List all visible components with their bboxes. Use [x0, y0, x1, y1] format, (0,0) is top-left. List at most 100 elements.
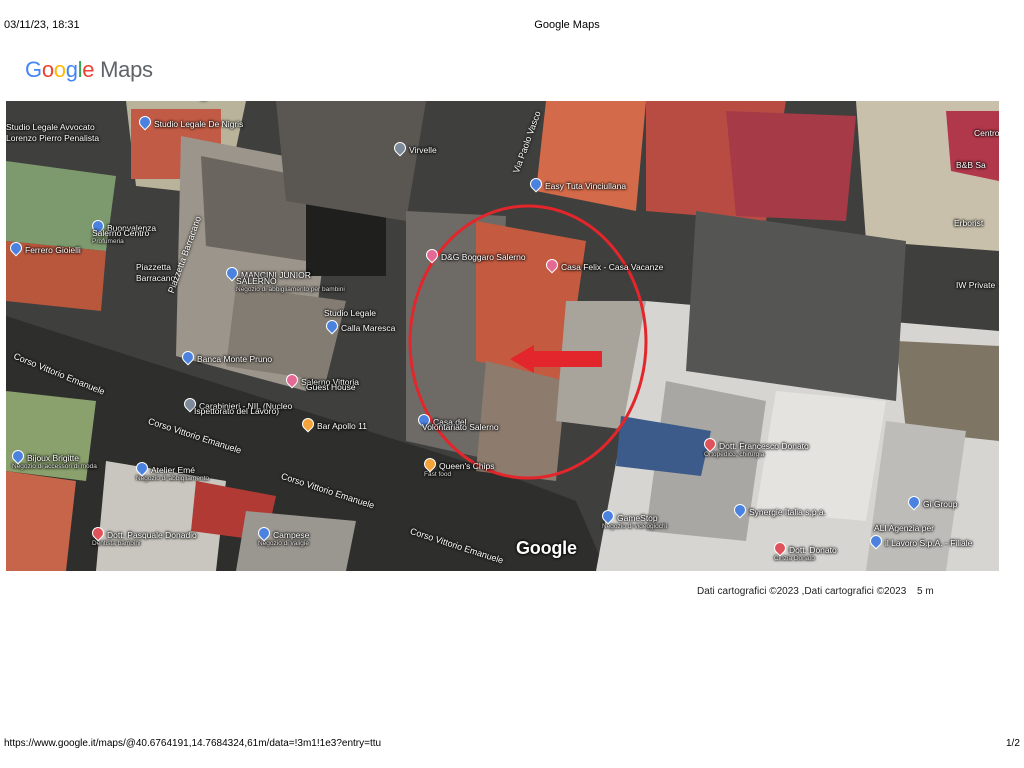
place-pin-icon[interactable]: [133, 459, 151, 477]
map-place-label[interactable]: Easy Tuta Vinciullana: [527, 175, 626, 193]
map-place-label[interactable]: GameStop Negozio di videogiochi: [599, 507, 668, 531]
place-category: Profumeria: [92, 238, 124, 246]
place-name: Guest House: [306, 382, 356, 392]
map-place-label[interactable]: Gi Group: [905, 493, 958, 511]
place-pin-icon[interactable]: [9, 447, 27, 465]
place-pin-icon[interactable]: [89, 524, 107, 542]
place-name: Bijoux Brigitte: [27, 453, 79, 463]
place-name: Erborist: [954, 218, 984, 228]
map-place-label[interactable]: Piazzetta: [136, 262, 171, 272]
place-pin-icon[interactable]: [543, 256, 561, 274]
place-name: Ispettorato del Lavoro): [194, 406, 280, 416]
place-name: Queen's Chips: [439, 461, 495, 471]
place-category: Cinzia Donato: [774, 555, 815, 563]
map-place-label[interactable]: B&B Sa: [956, 160, 986, 170]
map-place-label[interactable]: Ferrero Gioielli: [7, 239, 81, 257]
place-name: Banca Monte Pruno: [197, 354, 273, 364]
place-pin-icon[interactable]: [423, 246, 441, 264]
map-scale[interactable]: 5 m: [917, 586, 934, 597]
place-name: B&B Sa: [956, 160, 986, 170]
place-pin-icon[interactable]: [7, 239, 25, 257]
place-name: Studio Legale: [324, 308, 376, 318]
map-place-label[interactable]: Dott. Donato Cinzia Donato: [771, 539, 837, 563]
place-name: Synergie Italia s.p.a.: [749, 507, 827, 517]
print-page-number: 1/2: [1006, 738, 1020, 749]
place-name: Calla Maresca: [341, 323, 396, 333]
map-place-label[interactable]: Bijoux Brigitte Negozio di accessori di m…: [9, 447, 97, 471]
place-pin-icon[interactable]: [323, 317, 341, 335]
map-place-label[interactable]: Queen's Chips Fast food: [421, 455, 495, 479]
map-place-label[interactable]: Dott. Pasquale Donadio Dentista bambini: [89, 524, 197, 548]
place-name: Virvelle: [409, 145, 437, 155]
map-place-label[interactable]: Centro: [974, 128, 999, 138]
map-place-label[interactable]: Studio Legale De Nigris: [136, 113, 243, 131]
place-name: il Lavoro S.p.A. - Filiale: [885, 538, 973, 548]
annotation-arrow-shaft: [530, 351, 602, 367]
place-pin-icon[interactable]: [867, 532, 885, 550]
place-category: Negozio di abbigliamento: [136, 475, 209, 483]
place-pin-icon[interactable]: [905, 493, 923, 511]
map-place-label[interactable]: ALI Agenzia per: [874, 523, 934, 533]
place-pin-icon[interactable]: [527, 175, 545, 193]
map-place-label[interactable]: Salerno Centro Profumeria: [92, 228, 150, 246]
map-place-label[interactable]: Banca Monte Pruno: [179, 348, 273, 366]
place-name: Centro: [974, 128, 999, 138]
map-place-label[interactable]: Volontariato Salerno: [422, 422, 499, 432]
place-pin-icon[interactable]: [179, 348, 197, 366]
map-place-label[interactable]: Dott. Francesco Donato Ortopedico, chirur…: [701, 435, 809, 459]
place-name: Dott. Francesco Donato: [719, 441, 809, 451]
place-category: Ortopedico, chirurgia: [704, 451, 765, 459]
place-category: Negozio di valigie: [258, 540, 309, 548]
place-category: Negozio di accessori di moda: [12, 463, 97, 471]
google-maps-logo[interactable]: Google Maps: [25, 57, 153, 83]
place-name: Studio Legale Avvocato: [6, 122, 95, 132]
map-place-label[interactable]: Calla Maresca: [323, 317, 396, 335]
place-pin-icon[interactable]: [136, 113, 154, 131]
place-name: Campese: [273, 530, 310, 540]
place-name: Dott. Donato: [789, 545, 837, 555]
place-category: Fast food: [424, 471, 452, 479]
place-category: Negozio di videogiochi: [602, 523, 668, 531]
map-place-label[interactable]: Erborist: [954, 218, 984, 228]
place-name: Atelier Emé: [151, 465, 195, 475]
place-name: Bar Apollo 11: [317, 421, 367, 431]
map-place-label[interactable]: D&G Boggaro Salerno: [423, 246, 526, 264]
place-name: Salerno Centro: [92, 228, 150, 238]
place-name: Volontariato Salerno: [422, 422, 499, 432]
place-pin-icon[interactable]: [771, 539, 789, 557]
map-place-label[interactable]: Guest House: [306, 382, 356, 392]
place-name: Ferrero Gioielli: [25, 245, 81, 255]
place-name: IW Private: [956, 280, 996, 290]
satellite-map[interactable]: Studio Legale De Nigris Studio Legale Avv…: [6, 101, 999, 571]
map-place-label[interactable]: Bar Apollo 11: [299, 415, 367, 433]
place-pin-icon[interactable]: [299, 415, 317, 433]
place-pin-icon[interactable]: [283, 371, 301, 389]
map-place-label[interactable]: Virvelle: [391, 139, 437, 157]
map-place-label[interactable]: il Lavoro S.p.A. - Filiale: [867, 532, 973, 550]
map-place-label[interactable]: Synergie Italia s.p.a.: [731, 501, 827, 519]
map-place-label[interactable]: Ispettorato del Lavoro): [194, 406, 280, 416]
map-place-label[interactable]: SALERNO Negozio di abbigliamento per bamb…: [236, 276, 345, 294]
map-place-label[interactable]: Campese Negozio di valigie: [255, 524, 310, 548]
place-name: GameStop: [617, 513, 658, 523]
map-place-label[interactable]: Studio Legale Avvocato: [6, 122, 95, 132]
map-place-label[interactable]: Studio Legale: [324, 308, 376, 318]
print-url: https://www.google.it/maps/@40.6764191,1…: [4, 738, 382, 749]
print-page-title: Google Maps: [534, 19, 600, 31]
place-name: Piazzetta: [136, 262, 171, 272]
place-name: Lorenzo Pierro Penalista: [6, 133, 100, 143]
place-pin-icon[interactable]: [599, 507, 617, 525]
map-copyright[interactable]: Dati cartografici ©2023 ,Dati cartografi…: [697, 586, 906, 597]
place-pin-icon[interactable]: [391, 139, 409, 157]
map-place-label[interactable]: IW Private: [956, 280, 996, 290]
map-place-label[interactable]: Atelier Emé Negozio di abbigliamento: [133, 459, 209, 483]
place-category: Dentista bambini: [92, 540, 141, 548]
place-pin-icon[interactable]: [255, 524, 273, 542]
place-pin-icon[interactable]: [731, 501, 749, 519]
place-name: Gi Group: [923, 499, 958, 509]
place-category: Negozio di abbigliamento per bambini: [236, 286, 345, 294]
place-pin-icon[interactable]: [701, 435, 719, 453]
map-place-label[interactable]: Lorenzo Pierro Penalista: [6, 133, 100, 143]
map-place-label[interactable]: Casa Felix - Casa Vacanze: [543, 256, 663, 274]
place-pin-icon[interactable]: [421, 455, 439, 473]
